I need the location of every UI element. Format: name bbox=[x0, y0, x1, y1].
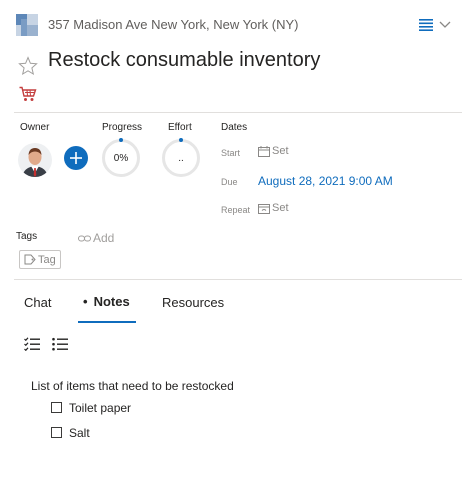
repeat-set-label: Set bbox=[272, 202, 289, 214]
location-text: 357 Madison Ave New York, New York (NY) bbox=[48, 17, 299, 32]
progress-indicator-dot bbox=[119, 138, 123, 142]
owner-label: Owner bbox=[20, 122, 50, 133]
hamburger-icon bbox=[419, 19, 433, 31]
start-label: Start bbox=[221, 148, 241, 158]
tab-resources-label: Resources bbox=[162, 295, 225, 310]
effort-indicator-dot bbox=[179, 138, 183, 142]
checklist-icon bbox=[24, 337, 40, 352]
link-icon bbox=[78, 235, 91, 241]
tab-chat-label: Chat bbox=[24, 295, 52, 310]
checklist-item-salt[interactable]: Salt bbox=[69, 426, 90, 440]
shopping-cart-icon bbox=[19, 86, 37, 102]
add-owner-button[interactable] bbox=[64, 146, 88, 170]
tab-chat[interactable]: Chat bbox=[24, 295, 51, 310]
checklist-item-toilet-paper[interactable]: Toilet paper bbox=[69, 401, 131, 415]
dates-label: Dates bbox=[221, 122, 248, 133]
tags-label: Tags bbox=[16, 231, 38, 242]
progress-ring[interactable]: 0% bbox=[102, 138, 140, 177]
tags-divider bbox=[14, 279, 462, 280]
due-label: Due bbox=[221, 177, 238, 187]
due-date-value[interactable]: August 28, 2021 9:00 AM bbox=[258, 174, 393, 188]
start-set-label: Set bbox=[272, 145, 289, 157]
calendar-repeat-icon bbox=[258, 203, 270, 214]
repeat-set-button[interactable]: Set bbox=[258, 202, 289, 214]
tab-notes[interactable]: • Notes bbox=[83, 294, 130, 309]
add-tag-button[interactable]: Add bbox=[78, 231, 114, 245]
task-title[interactable]: Restock consumable inventory bbox=[48, 49, 320, 72]
progress-label: Progress bbox=[102, 122, 143, 133]
tab-notes-label: Notes bbox=[93, 294, 130, 309]
checklist-checkbox-salt[interactable] bbox=[51, 427, 62, 438]
location-icon bbox=[16, 14, 38, 36]
checklist-format-button[interactable] bbox=[24, 337, 42, 353]
progress-value: 0% bbox=[113, 152, 129, 164]
options-menu-button[interactable] bbox=[419, 15, 459, 35]
effort-label: Effort bbox=[168, 122, 192, 133]
star-icon[interactable] bbox=[18, 56, 38, 76]
tag-chip[interactable]: Tag bbox=[19, 250, 61, 269]
tag-chip-label: Tag bbox=[38, 253, 56, 266]
header-divider bbox=[14, 112, 462, 113]
tag-icon bbox=[24, 254, 36, 265]
effort-value: .. bbox=[178, 152, 184, 164]
effort-ring[interactable]: .. bbox=[162, 138, 200, 177]
avatar[interactable] bbox=[18, 143, 52, 177]
bullet-list-icon bbox=[52, 337, 68, 351]
repeat-label: Repeat bbox=[221, 205, 251, 215]
active-tab-underline bbox=[78, 321, 136, 323]
tab-resources[interactable]: Resources bbox=[162, 295, 224, 310]
start-set-button[interactable]: Set bbox=[258, 145, 289, 157]
calendar-icon bbox=[258, 145, 270, 157]
checklist-checkbox-toilet-paper[interactable] bbox=[51, 402, 62, 413]
plus-icon bbox=[70, 152, 82, 164]
chevron-down-icon bbox=[439, 21, 451, 28]
add-tag-label: Add bbox=[93, 231, 115, 245]
active-bullet: • bbox=[83, 294, 88, 309]
notes-intro-text[interactable]: List of items that need to be restocked bbox=[31, 379, 234, 393]
bullet-list-format-button[interactable] bbox=[52, 337, 70, 353]
